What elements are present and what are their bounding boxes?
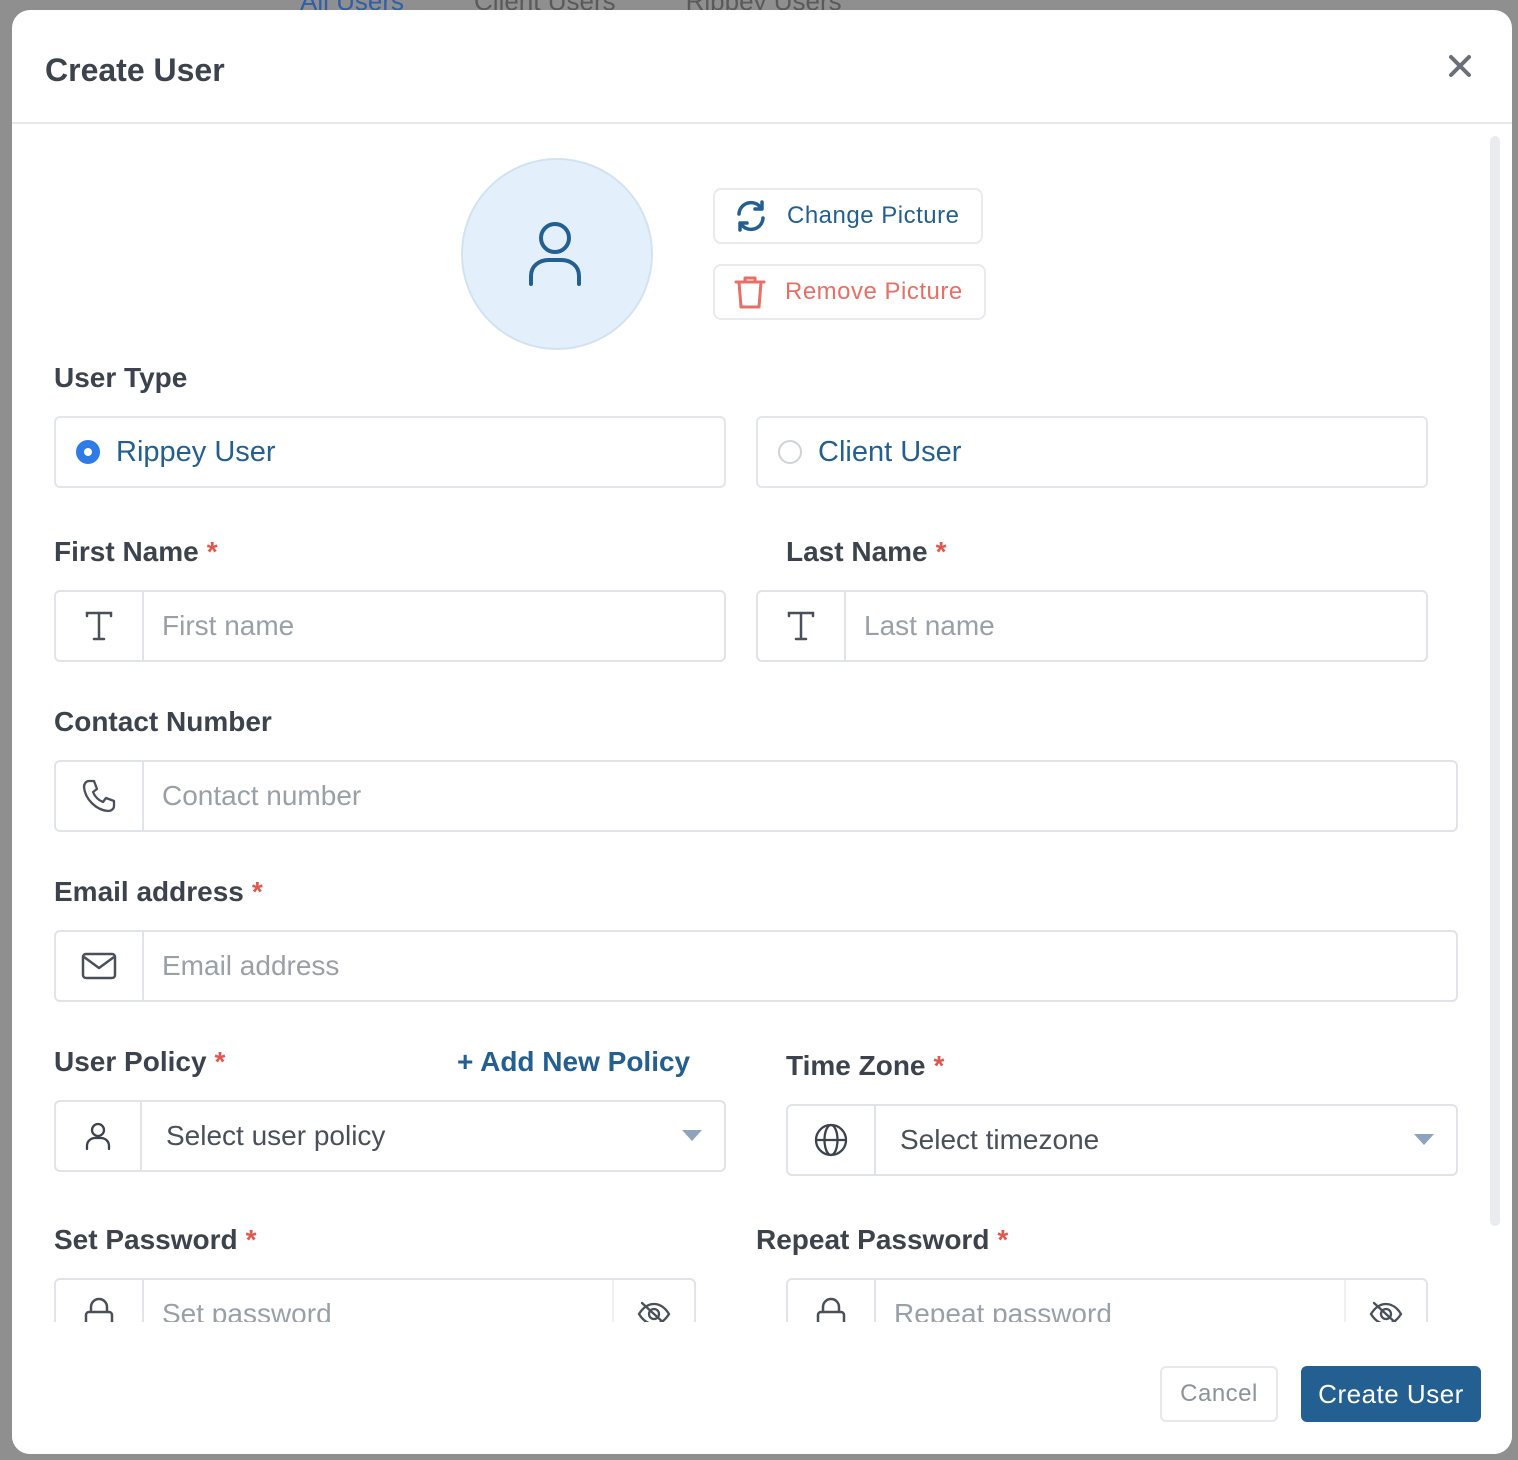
set-password-input[interactable] — [144, 1280, 612, 1322]
required-marker: * — [251, 876, 263, 907]
user-icon — [56, 1102, 142, 1170]
radio-rippey-user-label: Rippey User — [116, 435, 276, 468]
set-password-field — [54, 1278, 696, 1322]
repeat-password-label: Repeat Password * — [756, 1224, 1008, 1256]
email-input[interactable] — [144, 932, 1456, 1000]
email-field — [54, 930, 1458, 1002]
repeat-password-input[interactable] — [876, 1280, 1344, 1322]
last-name-field — [756, 590, 1428, 662]
user-policy-placeholder: Select user policy — [166, 1120, 386, 1151]
user-policy-label-text: User Policy — [54, 1046, 207, 1077]
refresh-icon — [737, 200, 765, 232]
radio-rippey-user[interactable]: Rippey User — [54, 416, 726, 488]
close-icon[interactable] — [1446, 52, 1474, 80]
repeat-password-field — [786, 1278, 1428, 1322]
last-name-label-text: Last Name — [786, 536, 928, 567]
time-zone-select[interactable]: Select timezone — [786, 1104, 1458, 1176]
first-name-label-text: First Name — [54, 536, 199, 567]
contact-number-label: Contact Number — [54, 706, 272, 737]
modal-title: Create User — [45, 52, 225, 88]
modal-header: Create User — [12, 10, 1512, 124]
radio-client-user-label: Client User — [818, 435, 962, 468]
required-marker: * — [206, 536, 218, 567]
modal-footer: Cancel Create User — [12, 1322, 1512, 1454]
required-marker: * — [245, 1224, 257, 1255]
create-user-modal: Create User Change Picture Remove Pictur… — [12, 10, 1512, 1454]
email-label: Email address * — [54, 876, 263, 908]
contact-number-input[interactable] — [144, 762, 1456, 830]
set-password-label-text: Set Password — [54, 1224, 238, 1255]
text-icon — [56, 592, 144, 660]
set-password-label: Set Password * — [54, 1224, 257, 1256]
text-icon — [758, 592, 846, 660]
radio-unchecked-icon[interactable] — [778, 440, 802, 464]
add-new-policy-link[interactable]: + Add New Policy — [457, 1046, 690, 1078]
first-name-label: First Name * — [54, 536, 218, 568]
remove-picture-label: Remove Picture — [785, 278, 963, 305]
trash-icon — [734, 276, 766, 309]
email-label-text: Email address — [54, 876, 244, 907]
required-marker: * — [935, 536, 947, 567]
lock-icon — [788, 1280, 876, 1322]
change-picture-button[interactable]: Change Picture — [713, 188, 983, 244]
required-marker: * — [997, 1224, 1009, 1255]
first-name-field — [54, 590, 726, 662]
scrollbar-track[interactable] — [1490, 136, 1500, 1226]
globe-icon — [788, 1106, 876, 1174]
lock-icon — [56, 1280, 144, 1322]
user-policy-select[interactable]: Select user policy — [54, 1100, 726, 1172]
required-marker: * — [933, 1050, 945, 1081]
cancel-button[interactable]: Cancel — [1160, 1366, 1278, 1422]
chevron-down-icon — [1392, 1106, 1456, 1174]
phone-icon — [56, 762, 144, 830]
modal-body[interactable]: Change Picture Remove Picture User Type … — [12, 126, 1512, 1322]
user-policy-label: User Policy * — [54, 1046, 225, 1078]
last-name-label: Last Name * — [786, 536, 947, 568]
eye-off-icon[interactable] — [1344, 1280, 1426, 1322]
user-type-label: User Type — [54, 362, 188, 393]
repeat-password-label-text: Repeat Password — [756, 1224, 990, 1255]
time-zone-label-text: Time Zone — [786, 1050, 926, 1081]
time-zone-placeholder: Select timezone — [900, 1124, 1100, 1155]
time-zone-label: Time Zone * — [786, 1050, 944, 1082]
first-name-input[interactable] — [144, 592, 724, 660]
eye-off-icon[interactable] — [612, 1280, 694, 1322]
contact-number-field — [54, 760, 1458, 832]
last-name-input[interactable] — [846, 592, 1426, 660]
create-user-button[interactable]: Create User — [1301, 1366, 1481, 1422]
radio-checked-icon[interactable] — [76, 440, 100, 464]
mail-icon — [56, 932, 144, 1000]
user-icon — [529, 222, 581, 286]
radio-client-user[interactable]: Client User — [756, 416, 1428, 488]
required-marker: * — [214, 1046, 226, 1077]
avatar — [461, 158, 653, 350]
remove-picture-button[interactable]: Remove Picture — [713, 264, 986, 320]
chevron-down-icon — [660, 1102, 724, 1170]
change-picture-label: Change Picture — [787, 202, 960, 229]
